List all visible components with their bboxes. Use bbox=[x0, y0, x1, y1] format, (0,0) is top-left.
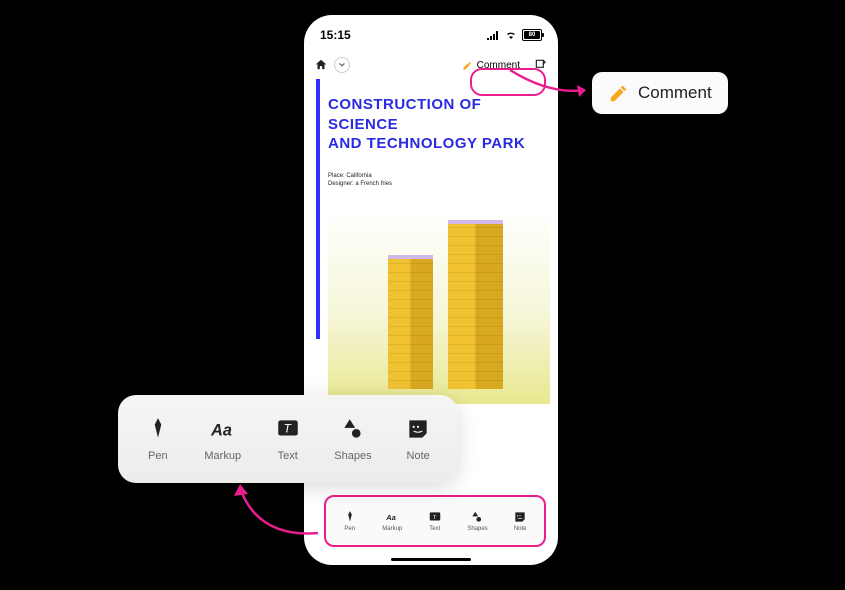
tool-note-large[interactable]: Note bbox=[405, 416, 431, 462]
battery-icon: 80 bbox=[522, 29, 542, 41]
annotation-toolbar-callout: Pen AaMarkup TText Shapes Note bbox=[118, 395, 458, 483]
signal-icon bbox=[486, 30, 500, 40]
shapes-icon bbox=[470, 510, 484, 524]
accent-bar bbox=[316, 79, 320, 339]
tool-shapes-large[interactable]: Shapes bbox=[334, 416, 371, 462]
illustration bbox=[328, 209, 550, 404]
text-icon: T bbox=[275, 416, 301, 442]
tool-shapes[interactable]: Shapes bbox=[467, 510, 487, 532]
text-icon: T bbox=[428, 510, 442, 524]
markup-icon: Aa bbox=[385, 510, 399, 524]
tool-text[interactable]: TText bbox=[428, 510, 442, 532]
status-bar: 15:15 80 bbox=[304, 15, 558, 51]
tool-pen-large[interactable]: Pen bbox=[145, 416, 171, 462]
tool-pen[interactable]: Pen bbox=[343, 510, 357, 532]
status-time: 15:15 bbox=[320, 28, 351, 42]
tool-markup[interactable]: AaMarkup bbox=[382, 510, 402, 532]
tool-note[interactable]: Note bbox=[513, 510, 527, 532]
dropdown-toggle[interactable] bbox=[334, 57, 350, 73]
tool-markup-large[interactable]: AaMarkup bbox=[204, 416, 241, 462]
annotation-toolbar-mini: Pen AaMarkup TText Shapes Note bbox=[324, 495, 546, 547]
callout-comment-label: Comment bbox=[638, 83, 712, 103]
markup-icon: Aa bbox=[210, 416, 236, 442]
shapes-icon bbox=[340, 416, 366, 442]
status-icons: 80 bbox=[486, 29, 542, 41]
pencil-icon bbox=[462, 60, 473, 71]
svg-text:T: T bbox=[283, 421, 291, 435]
tool-text-large[interactable]: TText bbox=[275, 416, 301, 462]
note-icon bbox=[513, 510, 527, 524]
chevron-down-icon bbox=[338, 61, 346, 69]
home-icon[interactable] bbox=[314, 58, 328, 72]
svg-text:Aa: Aa bbox=[210, 422, 232, 440]
arrow-to-comment bbox=[505, 65, 595, 105]
home-indicator[interactable] bbox=[391, 558, 471, 561]
note-icon bbox=[405, 416, 431, 442]
svg-text:Aa: Aa bbox=[385, 513, 396, 522]
doc-meta: Place: California Designer: a French fri… bbox=[328, 172, 546, 189]
pen-icon bbox=[145, 416, 171, 442]
pen-icon bbox=[343, 510, 357, 524]
callout-comment: Comment bbox=[592, 72, 728, 114]
wifi-icon bbox=[504, 30, 518, 40]
arrow-to-toolbar bbox=[228, 478, 328, 548]
svg-text:T: T bbox=[432, 515, 436, 521]
pencil-icon bbox=[608, 82, 630, 104]
